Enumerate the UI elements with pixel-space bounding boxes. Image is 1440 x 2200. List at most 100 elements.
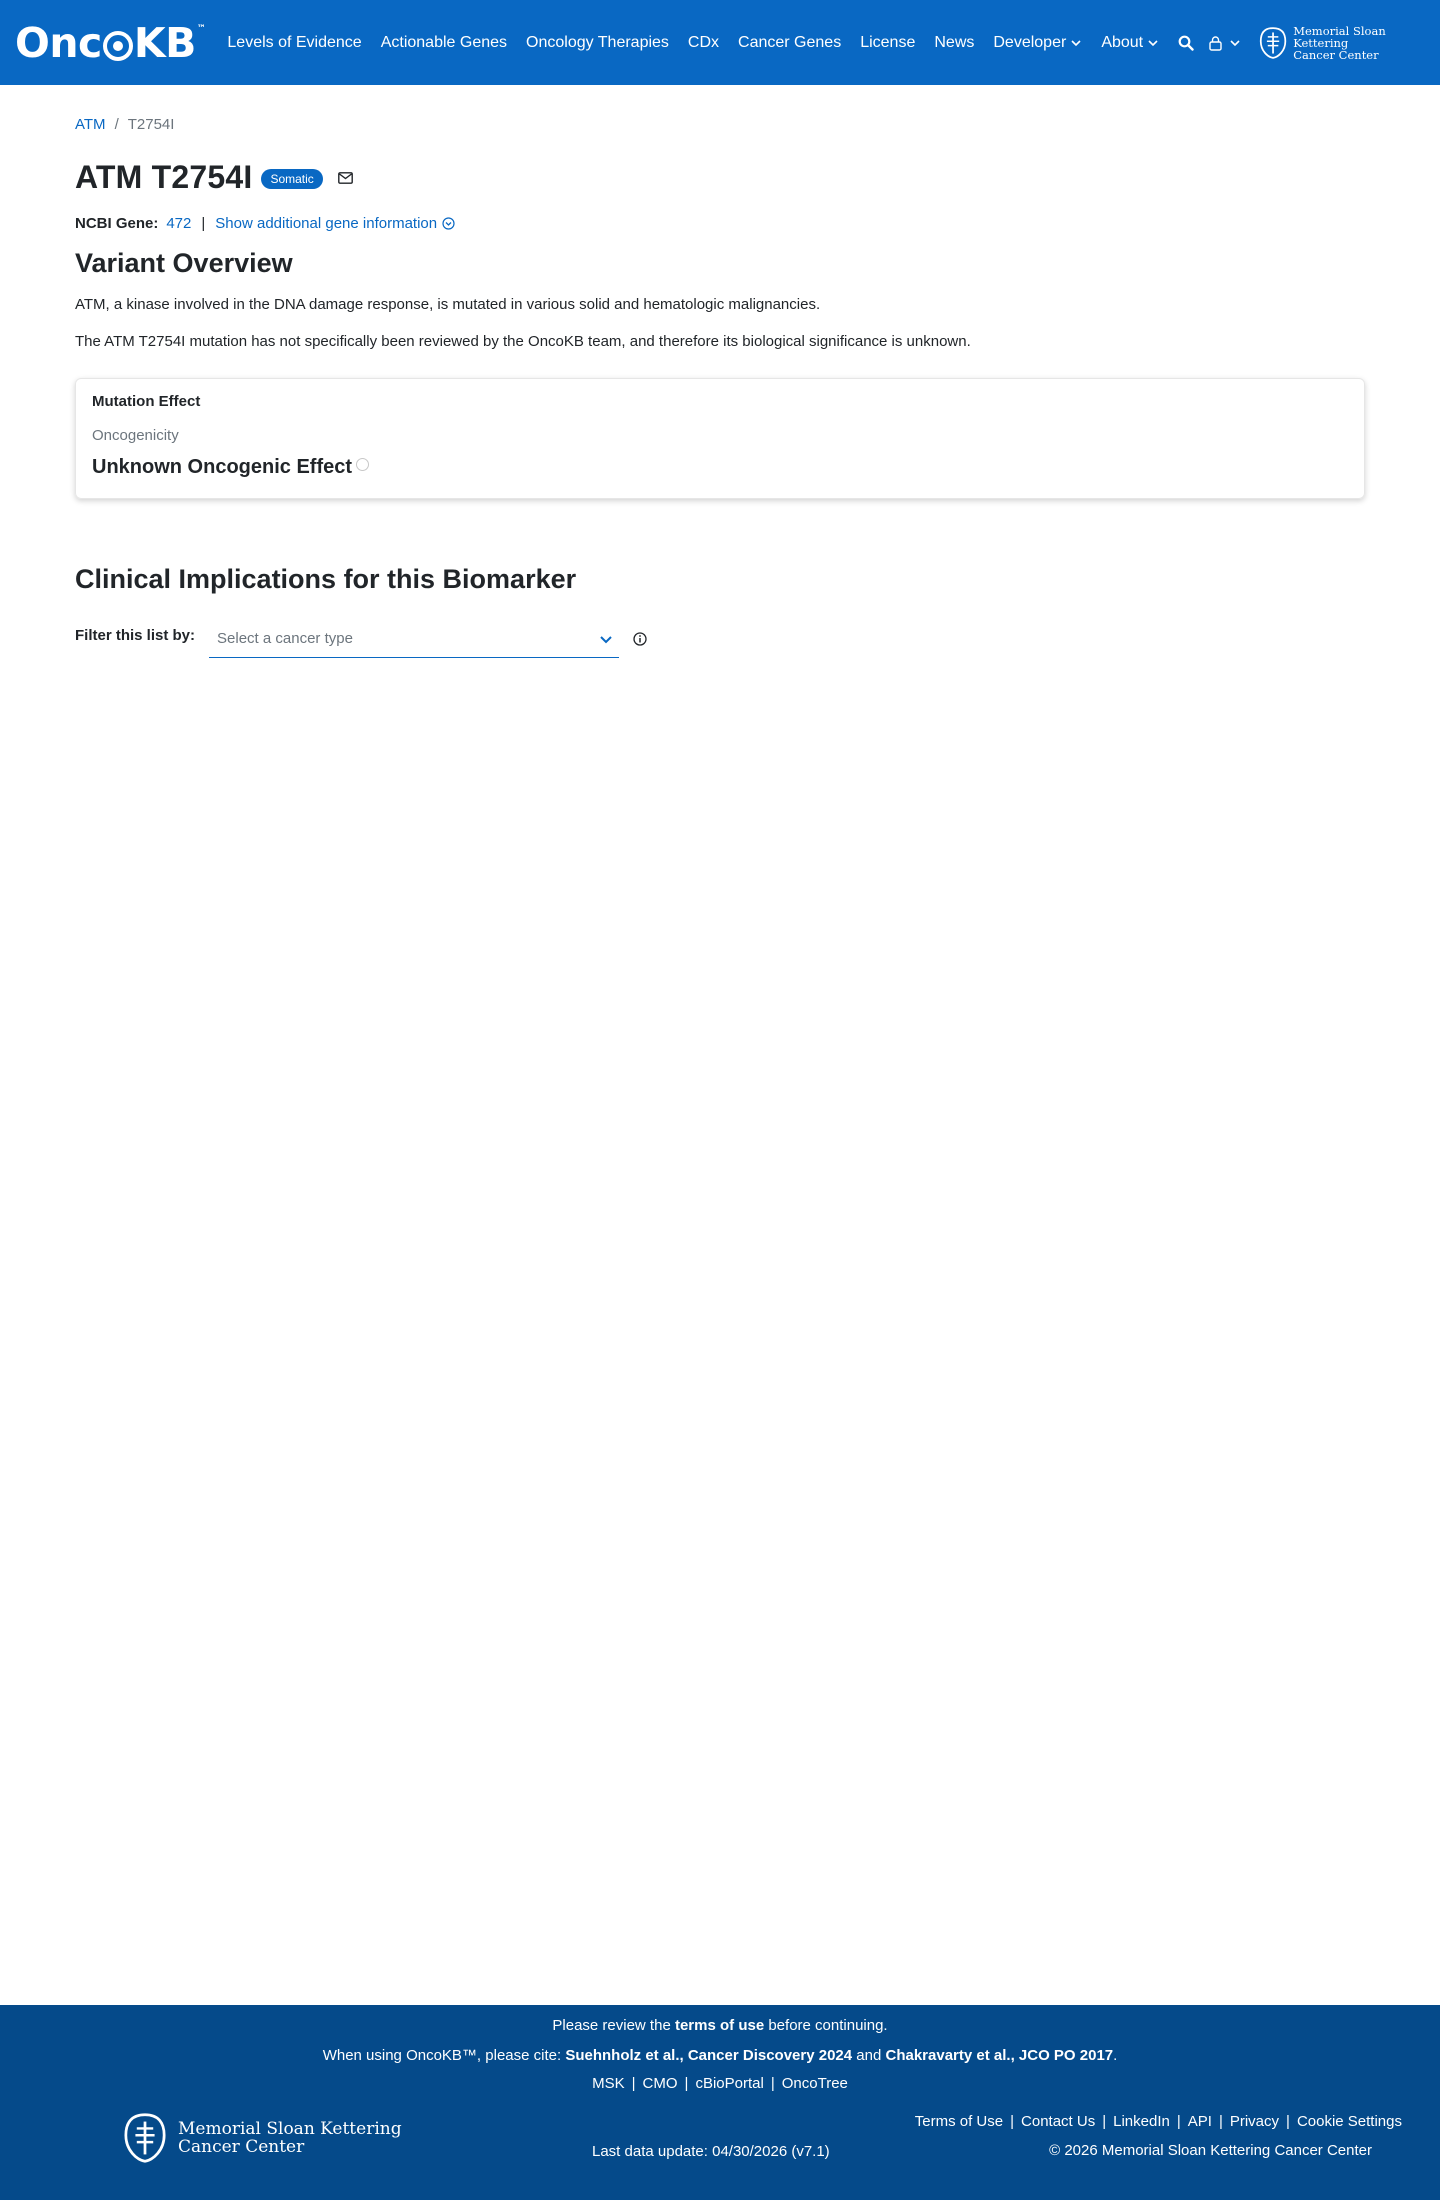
footer-msk-line2: Cancer Center — [178, 2137, 305, 2157]
chevron-circle-down-icon — [442, 217, 455, 230]
chevron-down-icon — [1230, 39, 1240, 46]
nav-actionable-genes[interactable]: Actionable Genes — [381, 34, 507, 52]
nav-about-dropdown[interactable]: About — [1101, 34, 1159, 52]
cancer-type-filter-row: Filter this list by: Select a cancer typ… — [75, 620, 1365, 658]
title-row: ATM T2754I Somatic — [75, 159, 1365, 196]
chevron-down-icon — [1148, 39, 1158, 46]
link-separator: | — [1218, 2113, 1223, 2130]
link-separator: | — [684, 2075, 689, 2092]
msk-logo[interactable]: Memorial Sloan Kettering Cancer Center — [1259, 24, 1426, 62]
footer-link-contact[interactable]: Contact Us — [1021, 2113, 1095, 2130]
footer-msk-line1: Memorial Sloan Kettering — [178, 2119, 402, 2139]
resource-link-cmo[interactable]: CMO — [643, 2075, 678, 2092]
footer-link-cookie-settings[interactable]: Cookie Settings — [1297, 2113, 1402, 2130]
footer-legal: Terms of Use | Contact Us | LinkedIn | A… — [915, 2113, 1402, 2159]
breadcrumb-current: T2754I — [127, 116, 175, 133]
somatic-badge: Somatic — [261, 168, 323, 189]
nav-developer-dropdown[interactable]: Developer — [993, 34, 1082, 52]
cancer-type-select-placeholder: Select a cancer type — [217, 630, 353, 647]
logo-target-icon — [102, 30, 133, 61]
link-separator: | — [1102, 2113, 1107, 2130]
citation-link-chakravarty[interactable]: Chakravarty et al., JCO PO 2017 — [886, 2047, 1114, 2064]
last-data-update: Last data update: 04/30/2026 (v7.1) — [592, 2143, 830, 2160]
chevron-down-icon — [1071, 39, 1081, 46]
gene-info-row: NCBI Gene: 472 | Show additional gene in… — [75, 215, 1365, 232]
search-button[interactable] — [1178, 35, 1194, 51]
show-additional-gene-info-label: Show additional gene information — [215, 215, 438, 232]
envelope-icon — [337, 171, 353, 184]
account-menu-button[interactable] — [1208, 35, 1241, 51]
citation-link-suehnholz[interactable]: Suehnholz et al., Cancer Discovery 2024 — [565, 2047, 852, 2064]
breadcrumb-gene-link[interactable]: ATM — [75, 116, 106, 133]
nav-links: Levels of Evidence Actionable Genes Onco… — [227, 34, 1178, 52]
info-circle-icon — [633, 632, 647, 646]
msk-emblem-icon — [1260, 26, 1287, 59]
nav-license[interactable]: License — [860, 34, 915, 52]
main-content: ATM / T2754I ATM T2754I Somatic NCBI Gen… — [75, 85, 1365, 658]
citation-pre: When using OncoKB™, please cite: — [322, 2047, 562, 2064]
oncogenicity-label: Oncogenicity — [92, 427, 179, 444]
feedback-email-button[interactable] — [337, 171, 353, 184]
oncokb-logo[interactable]: Onc KB ™ — [15, 0, 206, 85]
cancer-type-select[interactable]: Select a cancer type — [209, 620, 620, 658]
footer-link-api[interactable]: API — [1188, 2113, 1212, 2130]
mutation-effect-title: Mutation Effect — [92, 393, 201, 410]
resource-link-msk[interactable]: MSK — [592, 2075, 625, 2092]
top-navbar: Onc KB ™ Levels of Evidence Actionable Gen… — [0, 0, 1440, 85]
variant-overview-heading: Variant Overview — [75, 248, 293, 278]
clinical-implications-heading: Clinical Implications for this Biomarker — [75, 564, 577, 594]
nav-cdx[interactable]: CDx — [688, 34, 719, 52]
show-additional-gene-info-toggle[interactable]: Show additional gene information — [215, 215, 455, 232]
resource-link-oncotree[interactable]: OncoTree — [782, 2075, 848, 2092]
nav-oncology-therapies[interactable]: Oncology Therapies — [526, 34, 669, 52]
link-separator: | — [631, 2075, 636, 2092]
citation-end: . — [1113, 2047, 1118, 2064]
filter-info-button[interactable] — [633, 632, 647, 646]
unknown-oncogenic-circle-icon — [356, 458, 370, 471]
citation-and: and — [856, 2047, 882, 2064]
site-footer: Please review the terms of use before co… — [0, 2005, 1440, 2200]
page-title: ATM T2754I — [75, 159, 253, 195]
overview-variant-summary: The ATM T2754I mutation has not specific… — [75, 333, 971, 350]
msk-line1: Memorial Sloan Kettering — [1293, 23, 1386, 50]
copyright: © 2026 Memorial Sloan Kettering Cancer C… — [1049, 2142, 1372, 2159]
ncbi-gene-link[interactable]: 472 — [166, 215, 191, 232]
footer-msk-logo[interactable]: Memorial Sloan Kettering Cancer Center — [122, 2112, 402, 2164]
msk-logo-text: Memorial Sloan Kettering Cancer Center — [1293, 25, 1426, 61]
citation-notice: When using OncoKB™, please cite: Suehnho… — [0, 2047, 1440, 2064]
oncogenicity-value: Unknown Oncogenic Effect — [92, 456, 353, 478]
filter-label: Filter this list by: — [75, 627, 196, 644]
link-separator: | — [1010, 2113, 1015, 2130]
terms-review-pre: Please review the — [552, 2017, 671, 2034]
gene-info-separator: | — [201, 215, 206, 232]
link-separator: | — [1176, 2113, 1181, 2130]
chevron-down-icon — [600, 635, 612, 643]
footer-link-linkedin[interactable]: LinkedIn — [1113, 2113, 1170, 2130]
link-separator: | — [770, 2075, 775, 2092]
msk-line2: Cancer Center — [1293, 47, 1379, 62]
resource-links: MSK | CMO | cBioPortal | OncoTree — [0, 2075, 1440, 2092]
resource-link-cbioportal[interactable]: cBioPortal — [695, 2075, 763, 2092]
breadcrumb-separator: / — [114, 116, 119, 133]
search-icon — [1178, 35, 1194, 51]
logo-trademark: ™ — [196, 24, 206, 34]
nav-cancer-genes[interactable]: Cancer Genes — [738, 34, 841, 52]
footer-link-terms[interactable]: Terms of Use — [915, 2113, 1003, 2130]
footer-link-privacy[interactable]: Privacy — [1230, 2113, 1279, 2130]
mutation-effect-card: Mutation Effect Oncogenicity Unknown Onc… — [75, 378, 1365, 499]
terms-review-notice: Please review the terms of use before co… — [0, 2017, 1440, 2034]
nav-about-label: About — [1101, 33, 1144, 51]
user-icon — [1209, 35, 1222, 51]
footer-msk-logo-text: Memorial Sloan Kettering Cancer Center — [178, 2120, 402, 2156]
logo-text-suffix: KB — [133, 18, 197, 67]
overview-gene-summary: ATM, a kinase involved in the DNA damage… — [75, 296, 821, 313]
terms-of-use-link[interactable]: terms of use — [675, 2017, 764, 2034]
nav-news[interactable]: News — [934, 34, 974, 52]
logo-text-prefix: Onc — [15, 18, 102, 67]
link-separator: | — [1286, 2113, 1290, 2130]
terms-review-post: before continuing. — [768, 2017, 888, 2034]
nav-levels-of-evidence[interactable]: Levels of Evidence — [227, 34, 361, 52]
footer-legal-links: Terms of Use | Contact Us | LinkedIn | A… — [915, 2113, 1402, 2130]
ncbi-gene-label: NCBI Gene: — [75, 215, 159, 232]
breadcrumb: ATM / T2754I — [75, 116, 1365, 133]
